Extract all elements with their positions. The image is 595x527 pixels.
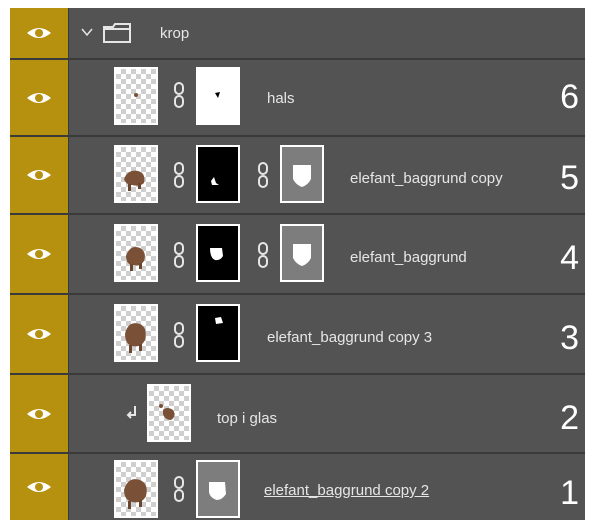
visibility-toggle[interactable] xyxy=(10,8,69,58)
eye-icon xyxy=(27,482,51,492)
group-name: krop xyxy=(160,25,190,42)
elephant-image xyxy=(124,170,145,191)
layer-row[interactable]: elefant_baggrund copy 3 3 xyxy=(10,295,585,375)
layer-row[interactable]: elefant_baggrund copy 2 1 xyxy=(10,454,585,520)
eye-icon xyxy=(27,28,51,38)
eye-icon xyxy=(27,329,51,339)
elephant-fragment-image xyxy=(159,404,175,420)
layer-row[interactable]: elefant_baggrund copy 5 xyxy=(10,137,585,215)
visibility-toggle[interactable] xyxy=(10,295,69,373)
layer-row[interactable]: hals 6 xyxy=(10,60,585,137)
visibility-toggle[interactable] xyxy=(10,137,69,213)
eye-icon xyxy=(27,249,51,259)
mask-shape xyxy=(210,248,223,261)
layer-mask-thumbnail[interactable] xyxy=(196,224,240,282)
layer-thumbnail[interactable] xyxy=(114,304,158,362)
link-icon[interactable] xyxy=(257,162,269,188)
layer-mask-thumbnail[interactable] xyxy=(196,304,240,362)
elephant-image xyxy=(125,323,146,353)
elephant-fragment-image xyxy=(134,93,138,97)
layer-mask-thumbnail[interactable] xyxy=(196,145,240,203)
layer-number: 1 xyxy=(560,474,579,512)
layer-number: 4 xyxy=(560,239,579,277)
layer-row[interactable]: top i glas 2 xyxy=(10,375,585,454)
link-icon[interactable] xyxy=(173,162,185,188)
layer-mask-thumbnail[interactable] xyxy=(196,67,240,125)
layer-number: 5 xyxy=(560,159,579,197)
eye-icon xyxy=(27,408,51,419)
mask-shape xyxy=(211,177,219,185)
layer-name[interactable]: elefant_baggrund copy xyxy=(350,170,503,187)
eye-icon xyxy=(27,170,51,180)
folder-icon xyxy=(103,23,131,43)
layer-name[interactable]: hals xyxy=(267,90,295,107)
layer-number: 2 xyxy=(560,399,579,437)
mask-shape xyxy=(215,317,223,324)
chevron-down-icon[interactable] xyxy=(81,27,93,37)
layer-number: 3 xyxy=(560,319,579,357)
link-icon[interactable] xyxy=(173,82,185,108)
layer-thumbnail[interactable] xyxy=(114,67,158,125)
layer-name[interactable]: elefant_baggrund copy 2 xyxy=(264,482,429,499)
layer-name[interactable]: elefant_baggrund copy 3 xyxy=(267,329,432,346)
clipping-mask-icon xyxy=(126,406,136,419)
layer-row[interactable]: elefant_baggrund 4 xyxy=(10,215,585,295)
layer-number: 6 xyxy=(560,78,579,116)
vector-mask-shape xyxy=(293,165,311,187)
layer-mask-thumbnail[interactable] xyxy=(196,460,240,518)
elephant-image xyxy=(124,479,147,509)
layer-thumbnail[interactable] xyxy=(114,224,158,282)
link-icon[interactable] xyxy=(173,242,185,268)
eye-icon xyxy=(27,92,51,103)
layers-panel: krop hals 6 elefant_baggrund copy 5 elef… xyxy=(10,8,585,520)
link-icon[interactable] xyxy=(257,242,269,268)
elephant-image xyxy=(126,247,145,271)
link-icon[interactable] xyxy=(173,476,185,502)
visibility-toggle[interactable] xyxy=(10,375,69,452)
layer-name[interactable]: top i glas xyxy=(217,410,277,427)
vector-mask-thumbnail[interactable] xyxy=(280,145,324,203)
layer-thumbnail[interactable] xyxy=(114,145,158,203)
group-row-krop[interactable]: krop xyxy=(10,8,585,60)
mask-shape xyxy=(209,482,226,500)
mask-shape xyxy=(215,92,220,98)
visibility-toggle[interactable] xyxy=(10,60,69,135)
layer-name[interactable]: elefant_baggrund xyxy=(350,249,467,266)
vector-mask-thumbnail[interactable] xyxy=(280,224,324,282)
link-icon[interactable] xyxy=(173,322,185,348)
layer-thumbnail[interactable] xyxy=(147,384,191,442)
visibility-toggle[interactable] xyxy=(10,454,69,520)
vector-mask-shape xyxy=(293,244,311,266)
visibility-toggle[interactable] xyxy=(10,215,69,293)
layer-thumbnail[interactable] xyxy=(114,460,158,518)
